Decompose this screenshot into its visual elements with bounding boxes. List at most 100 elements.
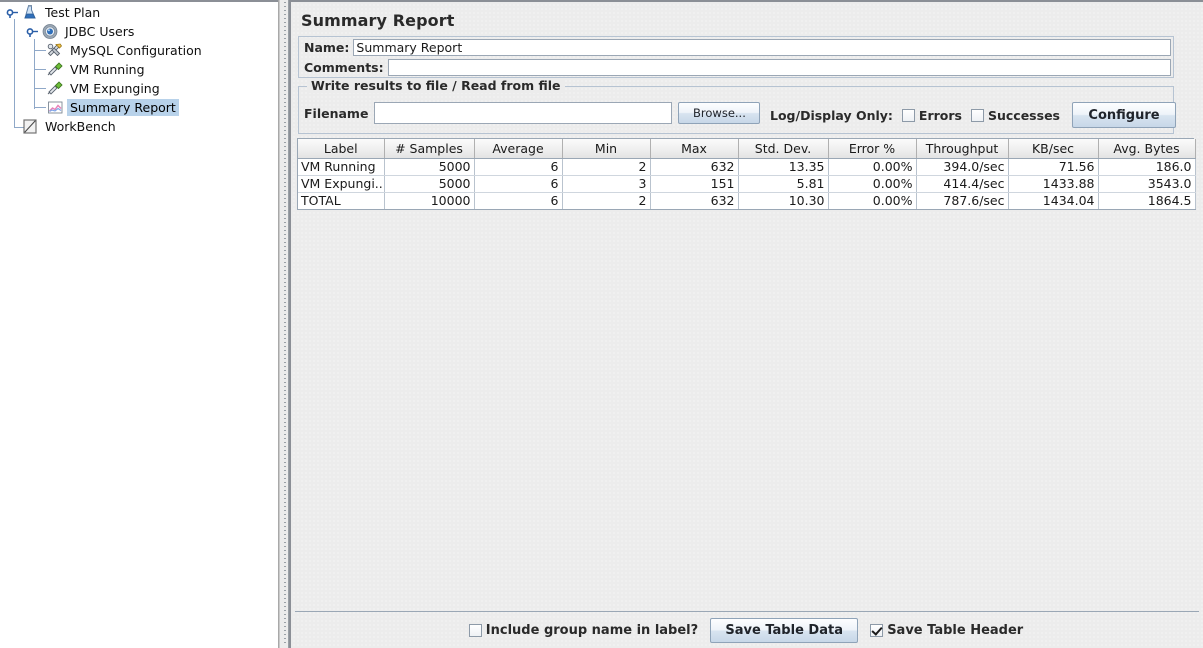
column-header-label[interactable]: Label [298,139,384,158]
successes-checkbox[interactable] [971,109,984,122]
column-header-max[interactable]: Max [650,139,738,158]
column-header-kb-sec[interactable]: KB/sec [1008,139,1098,158]
splitter-grip[interactable] [284,2,286,646]
tree-node-test-plan[interactable]: Test Plan [6,3,103,22]
comments-row: Comments: [299,57,1173,77]
cell-label: VM Expungi... [298,175,384,192]
cell-error-pct: 0.00% [828,158,916,175]
tree-connector-vertical-root [14,19,15,128]
name-label: Name: [301,40,353,55]
column-header-error-pct[interactable]: Error % [828,139,916,158]
panel-splitter[interactable] [279,0,289,648]
cell-std-dev: 13.35 [738,158,828,175]
tree-node-label: Test Plan [42,4,103,21]
tree-node-label: WorkBench [42,118,119,135]
save-table-data-button[interactable]: Save Table Data [710,618,858,643]
column-header-average[interactable]: Average [474,139,562,158]
write-results-group-title: Write results to file / Read from file [307,78,565,93]
cell-throughput: 394.0/sec [916,158,1008,175]
cell-max: 632 [650,192,738,209]
include-group-name-label: Include group name in label? [486,623,698,638]
test-plan-icon [21,4,39,21]
successes-checkbox-wrap[interactable]: Successes [971,108,1060,123]
tree-node-summary-report[interactable]: Summary Report [46,98,179,117]
cell-min: 2 [562,192,650,209]
cell-kb-sec: 1434.04 [1008,192,1098,209]
expander-toggle-test-plan[interactable] [6,6,21,19]
column-header-std-dev[interactable]: Std. Dev. [738,139,828,158]
cell-error-pct: 0.00% [828,192,916,209]
tree-node-jdbc-users[interactable]: JDBC Users [26,22,137,41]
cell-min: 3 [562,175,650,192]
save-table-header-checkbox-wrap[interactable]: Save Table Header [870,623,1023,638]
cell-samples: 5000 [384,158,474,175]
jdbc-sampler-icon [46,80,64,97]
comments-label: Comments: [301,60,388,75]
tree-node-label: VM Expunging [67,80,163,97]
errors-checkbox-wrap[interactable]: Errors [902,108,962,123]
cell-kb-sec: 71.56 [1008,158,1098,175]
table-row[interactable]: VM Running 5000 6 2 632 13.35 0.00% 394.… [298,158,1195,175]
tree-connector-h4 [34,107,46,108]
include-group-name-checkbox[interactable] [469,624,482,637]
log-display-only-label: Log/Display Only: [770,108,893,123]
cell-avg-bytes: 3543.0 [1098,175,1195,192]
cell-label: TOTAL [298,192,384,209]
tree-node-workbench[interactable]: WorkBench [21,117,119,136]
cell-kb-sec: 1433.88 [1008,175,1098,192]
tree-connector-h1 [34,50,46,51]
tree-node-label: MySQL Configuration [67,42,205,59]
cell-std-dev: 5.81 [738,175,828,192]
cell-std-dev: 10.30 [738,192,828,209]
jmeter-window: Test Plan JDB [0,0,1203,648]
write-results-groupbox: Write results to file / Read from file F… [298,86,1174,134]
page-title: Summary Report [301,11,455,30]
cell-error-pct: 0.00% [828,175,916,192]
successes-label: Successes [988,108,1060,123]
table-header-row: Label # Samples Average Min Max Std. Dev… [298,139,1195,158]
config-element-icon [46,42,64,59]
cell-average: 6 [474,192,562,209]
cell-avg-bytes: 186.0 [1098,158,1195,175]
workbench-icon [21,118,39,135]
cell-average: 6 [474,175,562,192]
column-header-avg-bytes[interactable]: Avg. Bytes [1098,139,1195,158]
log-display-only-row: Log/Display Only: Errors Successes Confi… [770,103,1176,127]
configure-button[interactable]: Configure [1072,102,1176,128]
summary-report-panel: Summary Report Name: Comments: Write res… [289,0,1203,648]
tree-node-vm-running[interactable]: VM Running [46,60,148,79]
jdbc-sampler-icon [46,61,64,78]
browse-button[interactable]: Browse... [678,102,760,124]
filename-input[interactable] [374,102,672,124]
column-header-throughput[interactable]: Throughput [916,139,1008,158]
tree-node-vm-expunging[interactable]: VM Expunging [46,79,163,98]
comments-input[interactable] [388,59,1171,76]
test-plan-tree-panel[interactable]: Test Plan JDB [0,0,279,648]
save-table-header-checkbox[interactable] [870,624,883,637]
bottom-separator [295,611,1199,612]
cell-average: 6 [474,158,562,175]
expander-toggle-jdbc-users[interactable] [26,25,41,38]
table-row[interactable]: VM Expungi... 5000 6 3 151 5.81 0.00% 41… [298,175,1195,192]
errors-checkbox[interactable] [902,109,915,122]
bottom-action-bar: Include group name in label? Save Table … [289,613,1203,648]
summary-results-table[interactable]: Label # Samples Average Min Max Std. Dev… [298,139,1196,210]
errors-label: Errors [919,108,962,123]
thread-group-icon [41,23,59,40]
cell-samples: 10000 [384,192,474,209]
cell-samples: 5000 [384,175,474,192]
column-header-samples[interactable]: # Samples [384,139,474,158]
name-input[interactable] [353,39,1171,56]
name-comments-box: Name: Comments: [298,36,1174,78]
tree-connector-h2 [34,69,46,70]
tree-node-mysql-configuration[interactable]: MySQL Configuration [46,41,205,60]
cell-max: 632 [650,158,738,175]
summary-results-table-wrap: Label # Samples Average Min Max Std. Dev… [297,138,1194,210]
column-header-min[interactable]: Min [562,139,650,158]
table-row[interactable]: TOTAL 10000 6 2 632 10.30 0.00% 787.6/se… [298,192,1195,209]
tree-node-label: VM Running [67,61,148,78]
include-group-name-checkbox-wrap[interactable]: Include group name in label? [469,623,698,638]
cell-min: 2 [562,158,650,175]
tree-connector-h3 [34,88,46,89]
summary-report-icon [46,99,64,116]
